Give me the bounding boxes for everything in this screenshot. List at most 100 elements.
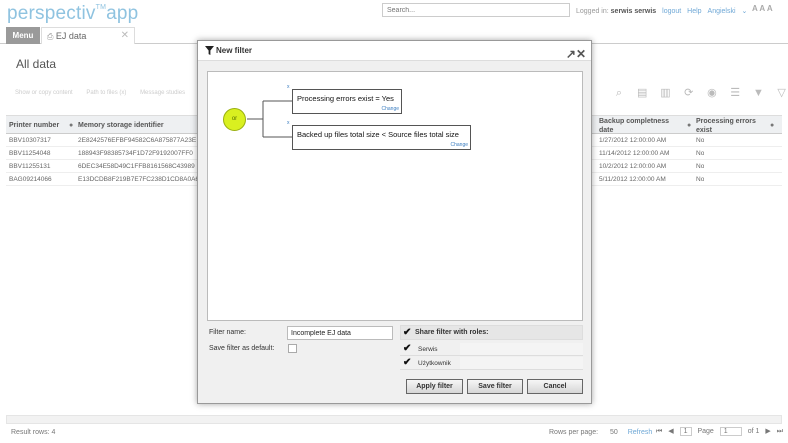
share-roles-panel: ✔ Share filter with roles: ✔ Serwis ✔ Uż… bbox=[400, 325, 583, 370]
cell-memory: E13DCDB8F219B7E7FC238D1CD8A0A6 bbox=[78, 176, 198, 183]
close-icon[interactable]: ✕ bbox=[576, 47, 586, 61]
refresh-icon[interactable]: ⟳ bbox=[682, 86, 696, 100]
user-bar: Logged in: serwis serwis logout Help Ang… bbox=[576, 7, 747, 15]
cell-memory: 2E8242576EFBF94582C6A875877A23E bbox=[78, 137, 197, 144]
role-cell bbox=[460, 357, 583, 369]
remove-condition-icon[interactable]: x bbox=[287, 120, 290, 126]
tab-ej-data[interactable]: ⎙ EJ data ✕ bbox=[41, 27, 135, 44]
close-icon[interactable]: ✕ bbox=[121, 28, 129, 44]
save-filter-button[interactable]: Save filter bbox=[467, 379, 523, 394]
logout-link[interactable]: logout bbox=[662, 8, 681, 15]
maximize-icon[interactable]: ↗ bbox=[566, 47, 576, 61]
filter-edit-icon[interactable]: ▽ bbox=[775, 86, 788, 100]
change-link[interactable]: Change bbox=[381, 106, 399, 112]
share-roles-header: ✔ Share filter with roles: bbox=[400, 325, 583, 340]
logged-in-label: Logged in: bbox=[576, 8, 609, 15]
cell-date: 10/2/2012 12:00:00 AM bbox=[599, 163, 667, 170]
filter-builder-canvas[interactable]: or x Processing errors exist = Yes Chang… bbox=[207, 71, 583, 321]
cell-date: 1/27/2012 12:00:00 AM bbox=[599, 137, 667, 144]
column-header-backup-date[interactable]: Backup completness date bbox=[599, 117, 679, 135]
cell-errors: No bbox=[696, 176, 705, 183]
logo-text: perspectiv bbox=[7, 3, 96, 24]
condition-text: Processing errors exist = Yes bbox=[297, 94, 394, 103]
filter-icon[interactable]: ▼ bbox=[751, 86, 765, 100]
page-input[interactable]: 1 bbox=[719, 427, 742, 436]
new-filter-dialog: New filter ↗✕ or x Processing errors exi… bbox=[197, 40, 592, 404]
remove-condition-icon[interactable]: x bbox=[287, 84, 290, 90]
column-header-errors[interactable]: Processing errors exist bbox=[696, 117, 766, 135]
refresh-link[interactable]: Refresh bbox=[628, 429, 653, 436]
share-roles-checkbox[interactable]: ✔ bbox=[403, 326, 411, 340]
filter-name-label: Filter name: bbox=[209, 329, 246, 336]
cell-memory: 6DEC34E58D49C1FFB8161568C43989 bbox=[78, 163, 195, 170]
result-rows-count: Result rows: 4 bbox=[11, 429, 56, 436]
tab-label: EJ data bbox=[55, 31, 87, 41]
app-header: perspectivTMapp Logged in: serwis serwis… bbox=[0, 0, 788, 28]
menu-button[interactable]: Menu bbox=[6, 27, 40, 44]
app-logo[interactable]: perspectivTMapp bbox=[7, 3, 138, 25]
pager: ⏮ ◀ 1 Page 1 of 1 ▶ ⏭ bbox=[656, 427, 787, 436]
grid-footer: Result rows: 4 Rows per page: 50 Refresh… bbox=[0, 427, 788, 443]
page-title: All data bbox=[16, 57, 57, 71]
cell-errors: No bbox=[696, 163, 705, 170]
view-icon[interactable]: ◉ bbox=[705, 86, 719, 100]
role-row-uzytkownik[interactable]: ✔ Użytkownik bbox=[400, 357, 583, 370]
user-name: serwis serwis bbox=[610, 8, 657, 15]
cell-date: 11/14/2012 12:00:00 AM bbox=[599, 150, 670, 157]
chevron-down-icon[interactable]: ⌄ bbox=[742, 8, 748, 15]
dialog-title-bar[interactable]: New filter ↗✕ bbox=[198, 41, 591, 61]
first-page-icon[interactable]: ⏮ bbox=[656, 428, 662, 436]
filter-condition-2[interactable]: x Backed up files total size < Source fi… bbox=[287, 120, 471, 150]
dialog-title: New filter bbox=[216, 46, 253, 55]
filter-condition-1[interactable]: x Processing errors exist = Yes Change bbox=[287, 84, 402, 114]
cell-printer: BBV11255131 bbox=[9, 163, 51, 170]
next-page-icon[interactable]: ▶ bbox=[765, 427, 770, 435]
logo-app-text: app bbox=[106, 3, 139, 24]
toolbar-link-path[interactable]: Path to files (x) bbox=[86, 90, 126, 96]
columns-icon[interactable]: ☰ bbox=[728, 86, 742, 100]
cancel-button[interactable]: Cancel bbox=[527, 379, 583, 394]
page-label: Page bbox=[697, 428, 714, 435]
current-page-box[interactable]: 1 bbox=[679, 427, 692, 436]
export-pdf-icon[interactable]: ▤ bbox=[635, 86, 649, 100]
search-icon[interactable]: ⌕ bbox=[612, 86, 626, 100]
cell-printer: BAG09214066 bbox=[9, 176, 52, 183]
rows-per-page-value[interactable]: 50 bbox=[610, 429, 618, 436]
column-header-memory[interactable]: Memory storage identifier bbox=[78, 121, 164, 130]
cell-printer: BBV10307317 bbox=[9, 137, 51, 144]
font-size-controls[interactable]: A A A bbox=[752, 4, 773, 13]
share-roles-label: Share filter with roles: bbox=[415, 329, 489, 336]
toolbar-link-show[interactable]: Show or copy content bbox=[15, 90, 73, 96]
toolbar-links: Show or copy content Path to files (x) M… bbox=[15, 90, 197, 96]
cell-date: 5/11/2012 12:00:00 AM bbox=[599, 176, 666, 183]
dialog-window-controls: ↗✕ bbox=[566, 44, 586, 64]
language-select[interactable]: Angielski bbox=[708, 8, 736, 15]
horizontal-scrollbar[interactable] bbox=[6, 415, 782, 424]
role-label: Użytkownik bbox=[418, 360, 451, 367]
role-checkbox[interactable]: ✔ bbox=[403, 342, 411, 355]
role-row-serwis[interactable]: ✔ Serwis bbox=[400, 343, 583, 356]
prev-page-icon[interactable]: ◀ bbox=[668, 427, 673, 435]
filter-name-input[interactable] bbox=[287, 326, 393, 340]
sort-icon[interactable]: ● bbox=[770, 121, 774, 130]
column-header-printer[interactable]: Printer number bbox=[9, 121, 59, 130]
role-cell bbox=[460, 343, 583, 355]
search-input[interactable] bbox=[382, 3, 570, 17]
apply-filter-button[interactable]: Apply filter bbox=[406, 379, 463, 394]
last-page-icon[interactable]: ⏭ bbox=[777, 428, 783, 436]
role-checkbox[interactable]: ✔ bbox=[403, 356, 411, 369]
help-link[interactable]: Help bbox=[687, 8, 701, 15]
save-default-checkbox[interactable] bbox=[288, 344, 297, 353]
change-link[interactable]: Change bbox=[450, 142, 468, 148]
cell-errors: No bbox=[696, 137, 705, 144]
sort-icon[interactable]: ● bbox=[69, 121, 73, 130]
toolbar-link-messages[interactable]: Message studies bbox=[140, 90, 185, 96]
condition-text: Backed up files total size < Source file… bbox=[297, 130, 459, 139]
rows-per-page-label: Rows per page: bbox=[549, 429, 599, 436]
printer-icon: ⎙ bbox=[47, 32, 54, 41]
export-file-icon[interactable]: ▥ bbox=[658, 86, 672, 100]
rows-per-page: Rows per page: 50 Refresh bbox=[549, 429, 652, 436]
or-operator-node[interactable]: or bbox=[223, 108, 246, 131]
toolbar-icons: ⌕ ▤ ▥ ⟳ ◉ ☰ ▼ ▽ bbox=[612, 86, 788, 100]
sort-icon[interactable]: ● bbox=[687, 121, 691, 130]
